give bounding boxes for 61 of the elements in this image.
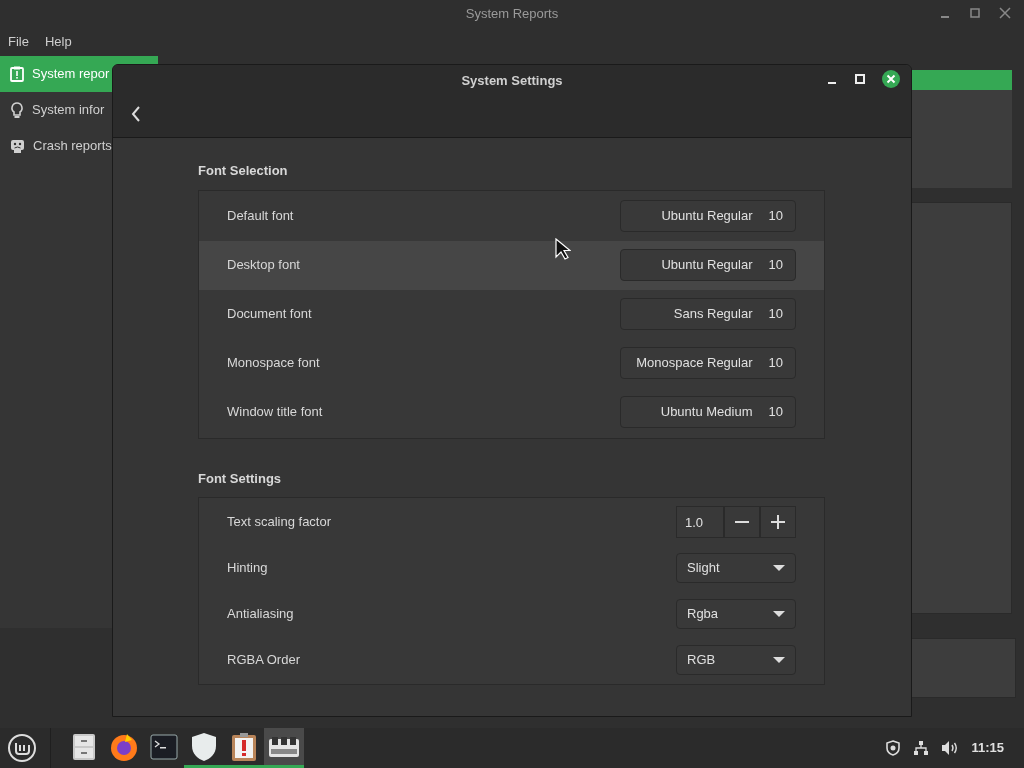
caret-icon (773, 611, 785, 617)
menu-icon[interactable] (7, 733, 37, 763)
file-cabinet-icon[interactable] (72, 732, 96, 761)
row-label: Text scaling factor (227, 513, 332, 532)
menu-item[interactable]: Help (44, 32, 72, 52)
taskbar-item[interactable] (264, 728, 304, 768)
font-name: Monospace Regular (636, 354, 753, 373)
font-picker-button[interactable]: Sans Regular 10 (620, 298, 796, 330)
section-title: Font Settings (198, 469, 283, 488)
row-label: RGBA Order (227, 651, 300, 670)
sidebar-item[interactable]: System infor (0, 92, 158, 128)
lightbulb-icon (10, 101, 24, 119)
back-icon[interactable] (131, 106, 141, 122)
row-label: Hinting (227, 559, 268, 578)
font-picker-button[interactable]: Monospace Regular 10 (620, 347, 796, 379)
close-icon[interactable] (881, 69, 901, 89)
shield-icon[interactable] (191, 731, 217, 762)
keyboard-icon[interactable] (268, 734, 300, 759)
font-size: 10 (768, 207, 783, 226)
caret-icon (773, 565, 785, 571)
dropdown[interactable]: RGB (676, 645, 796, 675)
scaling-input[interactable]: 1.0 (676, 506, 724, 538)
dropdown[interactable]: Slight (676, 553, 796, 583)
font-size: 10 (768, 305, 783, 324)
font-picker-button[interactable]: Ubuntu Medium 10 (620, 396, 796, 428)
row-label: Monospace font (227, 354, 320, 373)
terminal-icon[interactable] (150, 733, 178, 760)
row-label: Document font (227, 305, 312, 324)
font-name: Ubuntu Regular (661, 207, 753, 226)
caret-icon (773, 657, 785, 663)
section-title: Font Selection (198, 162, 289, 180)
decrease-button[interactable] (724, 506, 760, 538)
sad-face-icon (10, 138, 25, 154)
font-name: Ubuntu Medium (660, 403, 753, 422)
network-icon[interactable] (913, 740, 930, 756)
menu-item[interactable]: File (8, 32, 29, 52)
dialog-title: System Settings (461, 72, 563, 90)
row-label: Desktop font (227, 256, 300, 275)
maximize-icon[interactable] (853, 72, 867, 86)
report-icon[interactable] (231, 731, 257, 762)
font-size: 10 (768, 256, 783, 275)
font-size: 10 (768, 403, 783, 422)
volume-icon[interactable] (941, 740, 960, 756)
font-size: 10 (768, 354, 783, 373)
sidebar-item[interactable]: Crash reports (0, 128, 158, 164)
font-picker-button[interactable]: Ubuntu Regular 10 (620, 249, 796, 281)
font-name: Ubuntu Regular (661, 256, 753, 275)
row-label: Window title font (227, 403, 323, 422)
clipboard-icon (10, 66, 24, 82)
plus-icon (771, 515, 785, 529)
cursor-icon (555, 238, 571, 260)
dropdown[interactable]: Rgba (676, 599, 796, 629)
clock[interactable]: 11:15 (971, 738, 1004, 758)
row-label: Default font (227, 207, 294, 226)
row-label: Antialiasing (227, 605, 294, 624)
increase-button[interactable] (760, 506, 796, 538)
shield-icon[interactable] (885, 740, 902, 756)
font-name: Sans Regular (673, 305, 753, 324)
window-title: System Reports (465, 5, 559, 24)
minus-icon (735, 521, 749, 523)
font-picker-button[interactable]: Ubuntu Regular 10 (620, 200, 796, 232)
